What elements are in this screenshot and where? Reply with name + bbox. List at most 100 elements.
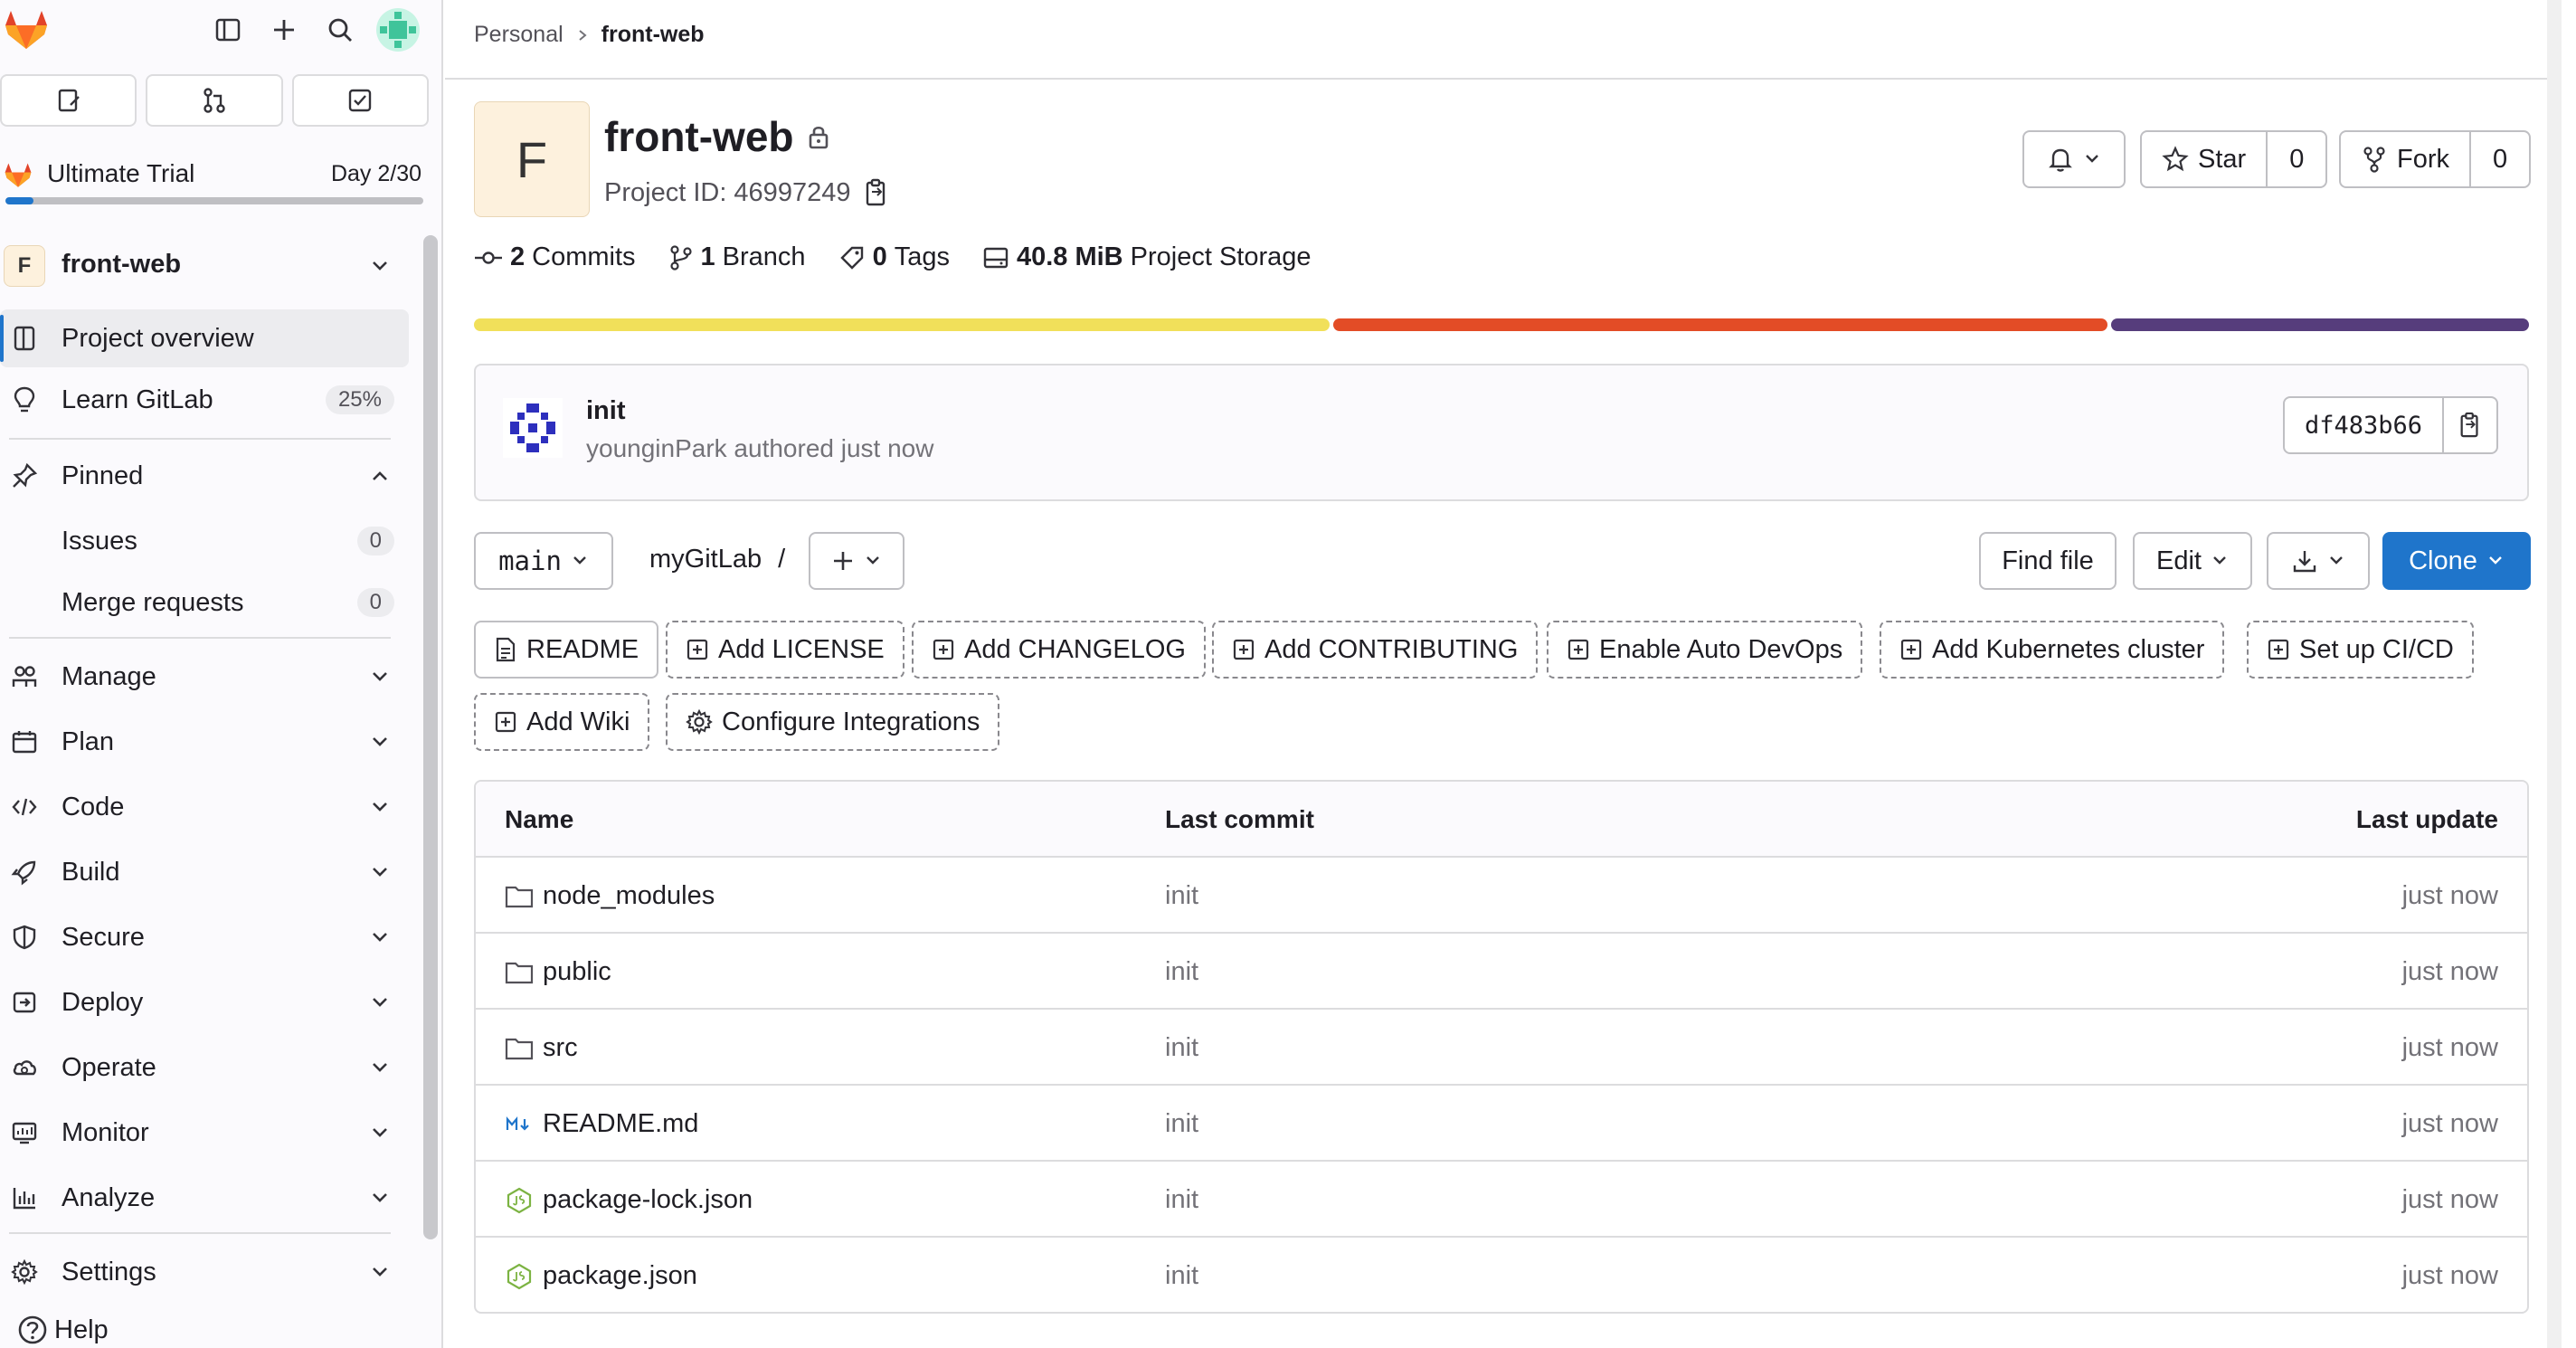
user-avatar[interactable] xyxy=(376,8,420,52)
tags-stat[interactable]: 0 Tags xyxy=(838,242,950,272)
sidebar-divider xyxy=(9,438,391,440)
commit-title[interactable]: init xyxy=(586,396,626,426)
repository-languages-bar[interactable] xyxy=(474,318,2530,331)
file-last-commit[interactable]: init xyxy=(1165,881,1198,911)
sidebar-section-monitor[interactable]: Monitor xyxy=(0,1104,409,1162)
commits-stat[interactable]: 2 Commits xyxy=(474,242,636,272)
clone-button[interactable]: Clone xyxy=(2382,532,2531,590)
table-row[interactable]: node_modules init just now xyxy=(476,858,2527,934)
merge-request-icon xyxy=(204,88,225,113)
file-last-commit[interactable]: init xyxy=(1165,1033,1198,1063)
plus-square-icon xyxy=(2268,639,2289,660)
file-name[interactable]: src xyxy=(543,1033,578,1063)
file-name[interactable]: public xyxy=(543,957,611,987)
sidebar-toggle-icon[interactable] xyxy=(210,12,246,48)
sidebar-section-secure[interactable]: Secure xyxy=(0,908,409,966)
sidebar-section-plan[interactable]: Plan xyxy=(0,713,409,771)
configure-integrations-button[interactable]: Configure Integrations xyxy=(666,693,1000,751)
storage-stat[interactable]: 40.8 MiB Project Storage xyxy=(982,242,1312,272)
find-file-button[interactable]: Find file xyxy=(1979,532,2117,590)
table-row[interactable]: package.json init just now xyxy=(476,1238,2527,1312)
commit-sha[interactable]: df483b66 xyxy=(2285,398,2442,452)
page-title: front-web xyxy=(604,112,832,161)
add-kubernetes-cluster-button[interactable]: Add Kubernetes cluster xyxy=(1880,621,2225,679)
file-last-commit[interactable]: init xyxy=(1165,1109,1198,1139)
breadcrumb-parent[interactable]: Personal xyxy=(474,22,564,48)
page-scrollbar[interactable] xyxy=(2547,0,2562,1348)
search-icon[interactable] xyxy=(322,12,358,48)
edit-dropdown-button[interactable]: Edit xyxy=(2133,532,2252,590)
issues-tab-button[interactable] xyxy=(0,74,137,127)
storage-label: Project Storage xyxy=(1130,242,1312,271)
project-id: Project ID: 46997249 xyxy=(604,177,890,208)
star-count[interactable]: 0 xyxy=(2266,132,2325,186)
branch-stat[interactable]: 1 Branch xyxy=(668,242,806,272)
trial-progress-fill xyxy=(5,197,33,204)
sidebar-item-project-overview[interactable]: Project overview xyxy=(0,309,409,367)
sidebar-divider xyxy=(9,1232,391,1234)
sidebar-section-code[interactable]: Code xyxy=(0,778,409,836)
plus-icon[interactable] xyxy=(266,12,302,48)
notifications-button[interactable] xyxy=(2022,130,2126,188)
sidebar-section-deploy[interactable]: Deploy xyxy=(0,973,409,1031)
sidebar-item-issues[interactable]: Issues 0 xyxy=(0,512,409,570)
fork-count[interactable]: 0 xyxy=(2469,132,2529,186)
file-name[interactable]: node_modules xyxy=(543,881,715,911)
chevron-down-icon xyxy=(2489,556,2502,565)
add-contributing-button[interactable]: Add CONTRIBUTING xyxy=(1212,621,1539,679)
todos-tab-button[interactable] xyxy=(291,74,429,127)
copy-sha-button[interactable] xyxy=(2442,398,2496,452)
sidebar-item-label: Issues xyxy=(62,526,137,555)
language-segment[interactable] xyxy=(474,318,1331,331)
sidebar-section-settings[interactable]: Settings xyxy=(0,1243,409,1301)
fork-button[interactable]: Fork xyxy=(2341,132,2469,186)
setup-ci-cd-button[interactable]: Set up CI/CD xyxy=(2247,621,2474,679)
quick-action-label: Add Wiki xyxy=(526,707,630,736)
add-to-tree-button[interactable] xyxy=(809,532,904,590)
sidebar-section-build[interactable]: Build xyxy=(0,843,409,901)
users-icon xyxy=(9,661,40,692)
merge-requests-tab-button[interactable] xyxy=(146,74,283,127)
repo-path-root[interactable]: myGitLab xyxy=(649,545,762,574)
language-segment[interactable] xyxy=(1333,318,2108,331)
add-license-button[interactable]: Add LICENSE xyxy=(666,621,904,679)
ultimate-trial-widget[interactable]: Ultimate Trial Day 2/30 xyxy=(0,154,429,204)
table-row[interactable]: package-lock.json init just now xyxy=(476,1162,2527,1238)
star-button[interactable]: Star xyxy=(2142,132,2266,186)
sidebar-item-merge-requests[interactable]: Merge requests 0 xyxy=(0,574,409,631)
readme-button[interactable]: README xyxy=(474,621,659,679)
enable-auto-devops-button[interactable]: Enable Auto DevOps xyxy=(1547,621,1863,679)
plus-square-icon xyxy=(1567,639,1589,660)
add-wiki-button[interactable]: Add Wiki xyxy=(474,693,650,751)
download-button[interactable] xyxy=(2267,532,2370,590)
table-row[interactable]: src init just now xyxy=(476,1010,2527,1086)
sidebar-scrollbar[interactable] xyxy=(423,235,438,1239)
add-changelog-button[interactable]: Add CHANGELOG xyxy=(912,621,1206,679)
file-last-commit[interactable]: init xyxy=(1165,957,1198,987)
copy-icon xyxy=(2460,412,2478,438)
file-name[interactable]: README.md xyxy=(543,1109,698,1139)
issues-icon xyxy=(58,89,80,112)
commit-author-avatar[interactable] xyxy=(503,398,563,458)
project-switcher[interactable]: F front-web xyxy=(0,237,407,295)
table-row[interactable]: README.md init just now xyxy=(476,1086,2527,1162)
breadcrumb-current[interactable]: front-web xyxy=(601,22,705,48)
file-name[interactable]: package.json xyxy=(543,1261,697,1291)
help-button[interactable]: Help xyxy=(16,1314,109,1346)
file-last-commit[interactable]: init xyxy=(1165,1185,1198,1215)
branch-selector-value: main xyxy=(498,546,562,576)
sidebar-section-pinned[interactable]: Pinned xyxy=(0,447,409,505)
language-segment[interactable] xyxy=(2111,318,2530,331)
table-row[interactable]: public init just now xyxy=(476,934,2527,1010)
sidebar-section-manage[interactable]: Manage xyxy=(0,648,409,706)
branch-selector[interactable]: main xyxy=(474,532,613,590)
file-name[interactable]: package-lock.json xyxy=(543,1185,753,1215)
merge-requests-count-badge: 0 xyxy=(356,588,394,617)
copy-icon[interactable] xyxy=(863,177,890,208)
plus-square-icon xyxy=(687,639,708,660)
sidebar-item-learn-gitlab[interactable]: Learn GitLab 25% xyxy=(0,371,409,429)
gitlab-logo-icon[interactable] xyxy=(4,7,49,51)
file-last-commit[interactable]: init xyxy=(1165,1261,1198,1291)
sidebar-section-operate[interactable]: Operate xyxy=(0,1039,409,1096)
sidebar-section-analyze[interactable]: Analyze xyxy=(0,1169,409,1227)
